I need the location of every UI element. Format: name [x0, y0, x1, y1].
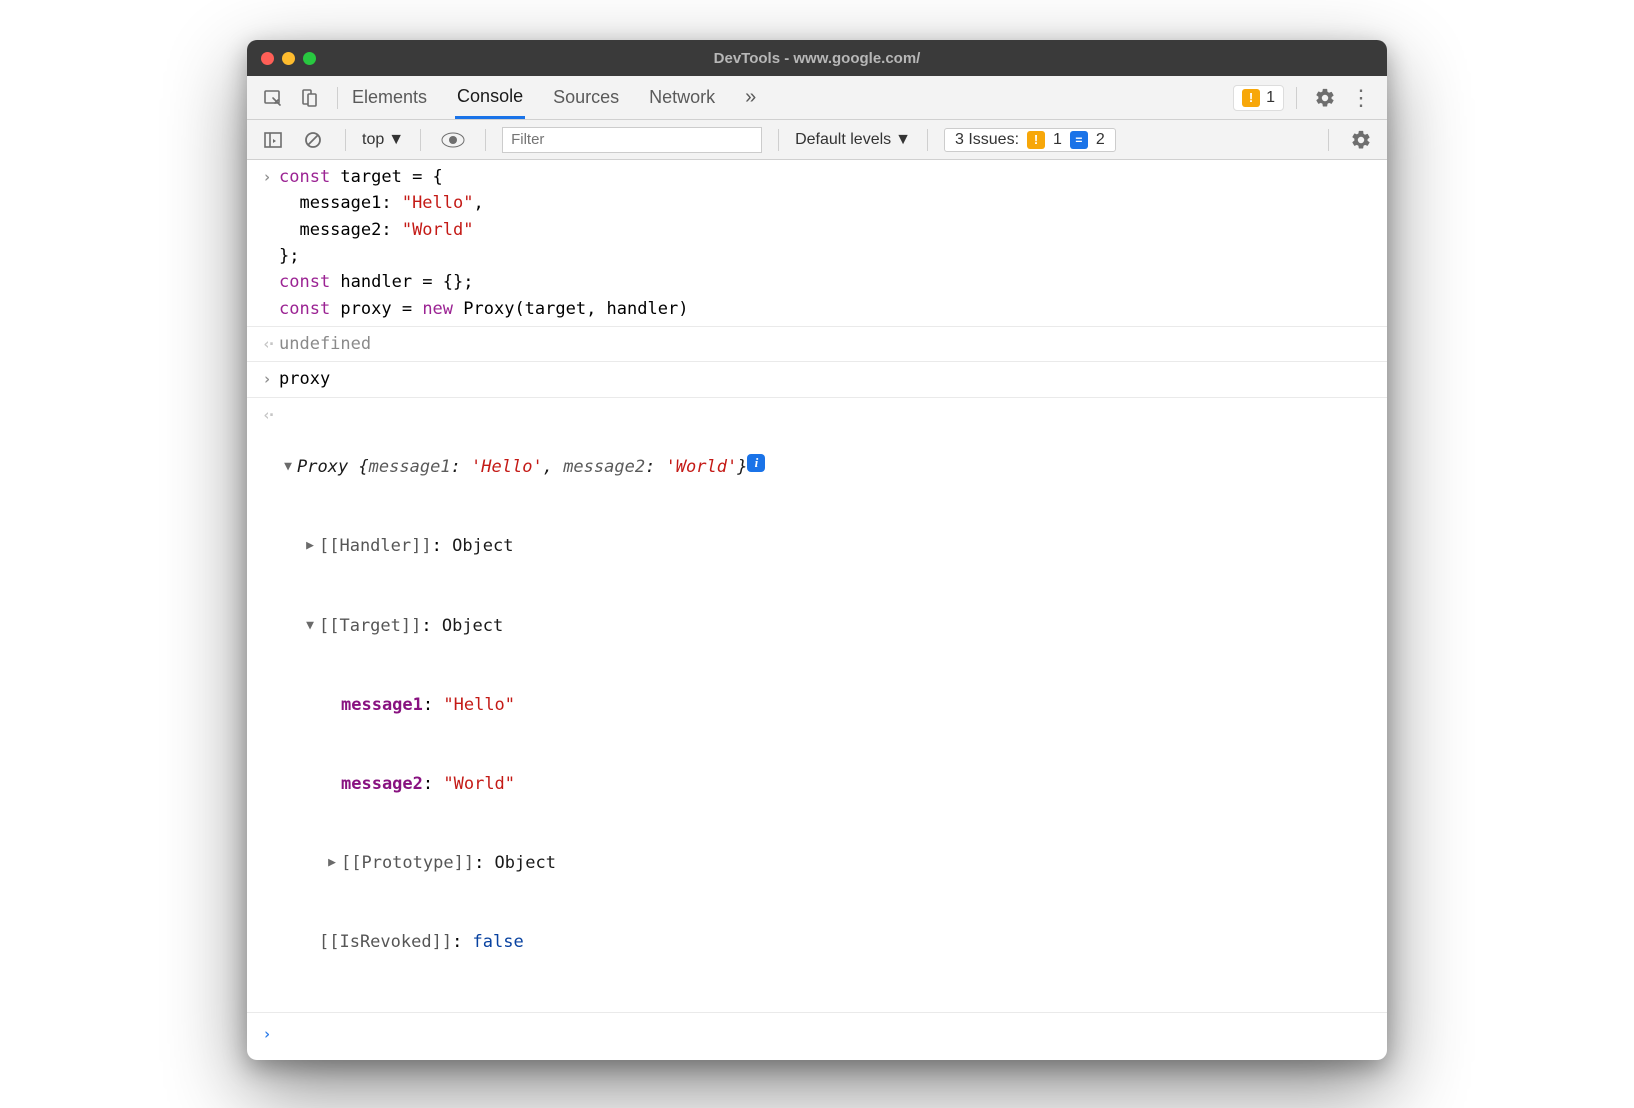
devtools-window: DevTools - www.google.com/ Elements Cons…: [247, 40, 1387, 1060]
tab-elements[interactable]: Elements: [350, 78, 429, 117]
context-selector[interactable]: top ▼: [362, 131, 404, 149]
tab-more[interactable]: »: [743, 77, 758, 118]
warning-count: 1: [1266, 89, 1275, 107]
warning-icon: !: [1027, 131, 1045, 149]
traffic-lights: [261, 52, 316, 65]
tab-sources[interactable]: Sources: [551, 78, 621, 117]
warning-icon: !: [1242, 89, 1260, 107]
minimize-window-button[interactable]: [282, 52, 295, 65]
divider: [927, 129, 928, 151]
divider: [1328, 129, 1329, 151]
settings-gear-icon[interactable]: [1309, 82, 1341, 114]
divider: [778, 129, 779, 151]
output-marker-icon: [255, 402, 279, 1008]
console-input-code: proxy: [279, 366, 1375, 392]
show-console-sidebar-icon[interactable]: [257, 124, 289, 156]
maximize-window-button[interactable]: [303, 52, 316, 65]
console-output-object: ▼Proxy {message1: 'Hello', message2: 'Wo…: [279, 402, 1375, 1008]
tab-network[interactable]: Network: [647, 78, 717, 117]
input-marker-icon: [255, 366, 279, 392]
console-settings-gear-icon[interactable]: [1345, 124, 1377, 156]
disclosure-triangle-icon[interactable]: ▼: [301, 613, 319, 636]
disclosure-triangle-icon[interactable]: ▶: [301, 533, 319, 556]
info-icon[interactable]: i: [747, 454, 765, 472]
close-window-button[interactable]: [261, 52, 274, 65]
context-label: top: [362, 131, 384, 149]
warnings-chip[interactable]: ! 1: [1233, 85, 1284, 111]
issues-warn-count: 1: [1053, 131, 1062, 149]
issues-box[interactable]: 3 Issues: ! 1 = 2: [944, 128, 1116, 152]
window-title: DevTools - www.google.com/: [247, 50, 1387, 67]
inspect-element-icon[interactable]: [257, 82, 289, 114]
live-expression-icon[interactable]: [437, 124, 469, 156]
disclosure-triangle-icon[interactable]: ▼: [279, 454, 297, 477]
divider: [420, 129, 421, 151]
input-marker-icon: [255, 164, 279, 322]
chevron-down-icon: ▼: [388, 131, 404, 149]
message-icon: =: [1070, 131, 1088, 149]
filter-input[interactable]: [502, 127, 762, 153]
divider: [337, 87, 338, 109]
console-prompt-row[interactable]: [247, 1013, 1387, 1060]
device-toolbar-icon[interactable]: [293, 82, 325, 114]
divider: [485, 129, 486, 151]
chevron-down-icon: ▼: [895, 131, 911, 149]
disclosure-triangle-icon[interactable]: ▶: [323, 850, 341, 873]
log-levels-selector[interactable]: Default levels ▼: [795, 131, 911, 149]
divider: [345, 129, 346, 151]
console-output-row: ▼Proxy {message1: 'Hello', message2: 'Wo…: [247, 398, 1387, 1013]
tab-console[interactable]: Console: [455, 77, 525, 119]
more-menu-icon[interactable]: ⋮: [1345, 82, 1377, 114]
divider: [1296, 87, 1297, 109]
panel-tabs: Elements Console Sources Network »: [350, 77, 758, 118]
output-marker-icon: [255, 331, 279, 357]
console-toolbar: top ▼ Default levels ▼ 3 Issues: ! 1 = 2: [247, 120, 1387, 160]
console-input-row[interactable]: const target = { message1: "Hello", mess…: [247, 160, 1387, 327]
console-output-value: undefined: [279, 331, 1375, 357]
titlebar: DevTools - www.google.com/: [247, 40, 1387, 76]
issues-msg-count: 2: [1096, 131, 1105, 149]
console-input-row[interactable]: proxy: [247, 362, 1387, 397]
panel-tabbar: Elements Console Sources Network » ! 1 ⋮: [247, 76, 1387, 120]
console-prompt-input[interactable]: [279, 1021, 1375, 1046]
console-input-code: const target = { message1: "Hello", mess…: [279, 164, 1375, 322]
issues-label: 3 Issues:: [955, 131, 1019, 149]
console-body: const target = { message1: "Hello", mess…: [247, 160, 1387, 1060]
clear-console-icon[interactable]: [297, 124, 329, 156]
prompt-marker-icon: [255, 1021, 279, 1046]
levels-label: Default levels: [795, 131, 891, 149]
console-output-row: undefined: [247, 327, 1387, 362]
